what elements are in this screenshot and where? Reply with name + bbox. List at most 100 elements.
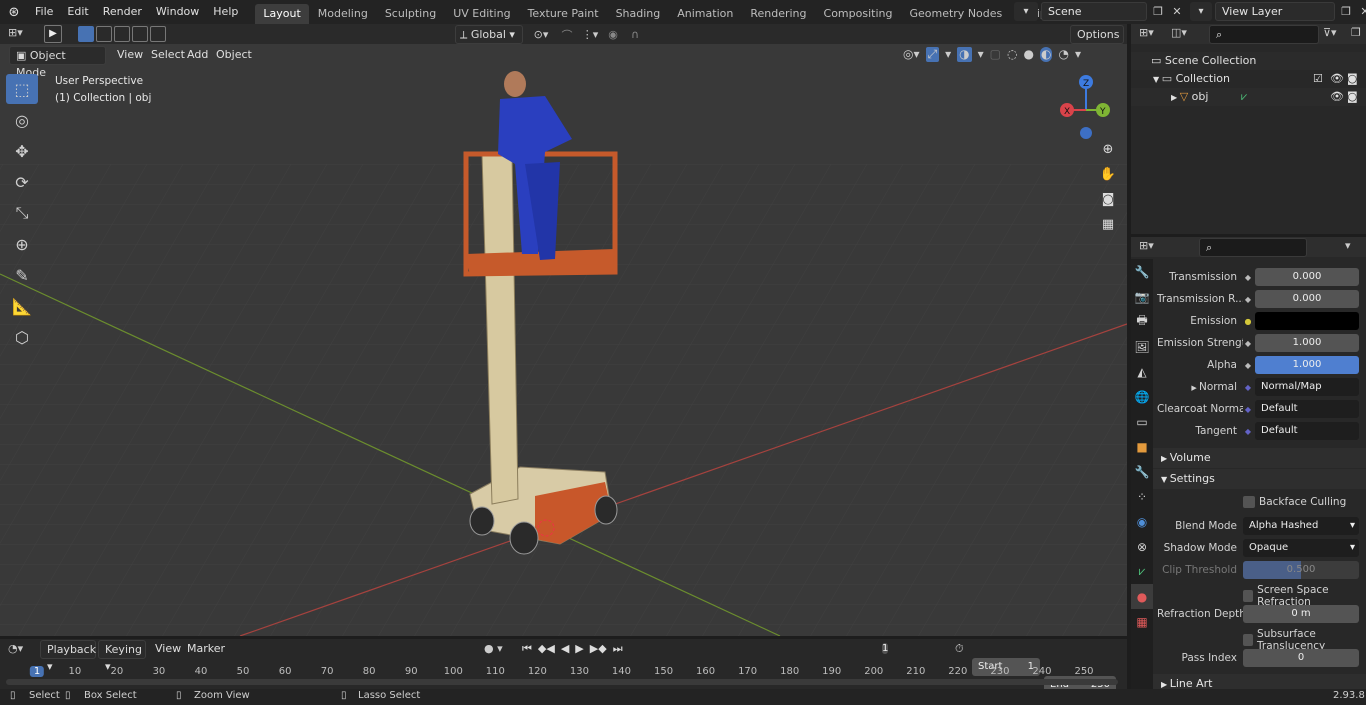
rotate-tool-icon[interactable]: ⟳ (6, 167, 38, 197)
tab-rendering[interactable]: Rendering (742, 4, 814, 24)
timeline-menu-marker[interactable]: Marker (180, 637, 232, 661)
select-tool-icon[interactable]: ▶ (44, 25, 62, 43)
world-tab-icon[interactable]: 🌐 (1131, 384, 1153, 409)
transmission-field[interactable]: 0.000 (1255, 268, 1359, 286)
select-mode-intersect-icon[interactable] (150, 26, 166, 42)
outliner-object[interactable]: ▶ ▽ obj ⩗ 👁 ◙ (1131, 88, 1366, 106)
new-collection-icon[interactable]: ❐ (1351, 26, 1361, 39)
material-shading-icon[interactable]: ◐ (1039, 47, 1053, 62)
transform-orientation-dropdown[interactable]: ⟂ Global ▾ (455, 25, 523, 44)
filter-icon[interactable]: ⊽▾ (1323, 26, 1337, 39)
pan-hand-icon[interactable]: ✋ (1097, 167, 1119, 192)
emission-color-field[interactable] (1255, 312, 1359, 330)
backface-culling-checkbox[interactable] (1243, 496, 1255, 508)
rendered-shading-icon[interactable]: ◔ (1058, 47, 1068, 62)
blend-mode-dropdown[interactable]: Alpha Hashed ▾ (1243, 517, 1359, 535)
overlay-dropdown-icon[interactable]: ▾ (978, 47, 984, 62)
annotate-tool-icon[interactable]: ✎ (6, 260, 38, 290)
navigation-gizmo[interactable]: Z X Y (1055, 72, 1119, 140)
record-icon[interactable]: ● ▾ (484, 642, 503, 655)
xray-icon[interactable]: ▢ (990, 47, 1001, 62)
jump-end-icon[interactable]: ⏭ (613, 642, 623, 656)
pass-index-field[interactable]: 0 (1243, 649, 1359, 667)
outliner-collection[interactable]: ▼ ▭ Collection ☑ 👁 ◙ (1131, 70, 1366, 88)
collection-tab-icon[interactable]: ▭ (1131, 409, 1153, 434)
options-dropdown[interactable]: Options ▾ (1070, 25, 1124, 58)
measure-tool-icon[interactable]: 📐 (6, 291, 38, 321)
tab-modeling[interactable]: Modeling (310, 4, 376, 24)
mode-dropdown[interactable]: ▣ Object Mode (9, 46, 106, 79)
scene-tab-icon[interactable]: ◭ (1131, 359, 1153, 384)
select-mode-difference-icon[interactable] (132, 26, 148, 42)
add-cube-tool-icon[interactable]: ⬡ (6, 322, 38, 352)
data-tab-icon[interactable]: ⩗ (1131, 559, 1153, 584)
physics-tab-icon[interactable]: ◉ (1131, 509, 1153, 534)
play-icon[interactable]: ▶ (575, 642, 583, 656)
new-view-layer-icon[interactable]: ❐ (1338, 2, 1354, 21)
visibility-icon[interactable]: ◎▾ (903, 47, 920, 62)
zoom-icon[interactable]: ⊕ (1097, 142, 1119, 167)
collection-render-icon[interactable]: ◙ (1347, 70, 1358, 88)
transmission-roughness-field[interactable]: 0.000 (1255, 290, 1359, 308)
tab-texture-paint[interactable]: Texture Paint (520, 4, 607, 24)
select-mode-subtract-icon[interactable] (114, 26, 130, 42)
outliner-scene-collection[interactable]: ▭ Scene Collection (1131, 52, 1366, 70)
tab-geometry-nodes[interactable]: Geometry Nodes (901, 4, 1010, 24)
view-layer-tab-icon[interactable]: 🖼 (1131, 334, 1153, 359)
view-layer-field[interactable]: View Layer (1215, 2, 1335, 21)
object-tab-icon[interactable]: ■ (1131, 434, 1153, 459)
cursor-tool-icon[interactable]: ◎ (6, 105, 38, 135)
properties-options-icon[interactable]: ▾ (1345, 239, 1351, 252)
menu-window[interactable]: Window (149, 0, 206, 24)
collection-checkbox-icon[interactable]: ☑ (1313, 70, 1323, 88)
new-scene-icon[interactable]: ❐ (1150, 2, 1166, 21)
tangent-field[interactable]: Default (1255, 422, 1359, 440)
transform-tool-icon[interactable]: ⊕ (6, 229, 38, 259)
object-visibility-icon[interactable]: 👁 (1330, 88, 1344, 106)
jump-start-icon[interactable]: ⏮ (522, 642, 532, 656)
properties-editor-icon[interactable]: ⊞▾ (1139, 239, 1154, 252)
falloff-icon[interactable]: ∩ (625, 28, 645, 41)
outliner-editor-icon[interactable]: ⊞▾ (1139, 26, 1154, 39)
next-keyframe-icon[interactable]: ▶◆ (590, 642, 607, 656)
expand-object-icon[interactable]: ▶ (1171, 93, 1180, 102)
gizmo-dropdown-icon[interactable]: ▾ (945, 47, 951, 62)
menu-help[interactable]: Help (206, 0, 245, 24)
select-mode-new-icon[interactable] (78, 26, 94, 42)
delete-scene-icon[interactable]: ✕ (1169, 2, 1185, 21)
pivot-point-icon[interactable]: ⊙▾ (527, 28, 555, 41)
menu-render[interactable]: Render (96, 0, 149, 24)
emission-strength-field[interactable]: 1.000 (1255, 334, 1359, 352)
select-mode-extend-icon[interactable] (96, 26, 112, 42)
settings-panel-header[interactable]: ▼ Settings (1153, 469, 1366, 489)
expand-normal-icon[interactable]: ▶ (1191, 384, 1199, 392)
snap-target-icon[interactable]: ⋮▾ (579, 28, 601, 41)
timeline-scrollbar[interactable] (6, 679, 1118, 685)
collection-visibility-icon[interactable]: 👁 (1330, 70, 1344, 88)
scene-field[interactable]: Scene (1041, 2, 1147, 21)
3d-viewport[interactable]: User Perspective (1) Collection | obj Z … (0, 44, 1127, 636)
select-box-tool-icon[interactable]: ⬚ (6, 74, 38, 104)
expand-collection-icon[interactable]: ▼ (1153, 75, 1162, 84)
editor-type-icon[interactable]: ⊞▾ (8, 26, 34, 42)
overlay-toggle-icon[interactable]: ◑ (957, 47, 972, 62)
scale-tool-icon[interactable]: ⤡ (6, 198, 38, 228)
keying-dropdown[interactable]: Keying ▾ (98, 640, 146, 673)
shadow-mode-dropdown[interactable]: Opaque ▾ (1243, 539, 1359, 557)
tab-compositing[interactable]: Compositing (816, 4, 901, 24)
properties-search-input[interactable]: ⌕ (1199, 238, 1307, 257)
refraction-depth-field[interactable]: 0 m (1243, 605, 1359, 623)
viewport-menu-object[interactable]: Object (209, 43, 259, 67)
volume-panel-header[interactable]: ▶ Volume (1153, 448, 1366, 468)
alpha-field[interactable]: 1.000 (1255, 356, 1359, 374)
clearcoat-normal-field[interactable]: Default (1255, 400, 1359, 418)
stopwatch-icon[interactable]: ⏱ (955, 642, 964, 656)
menu-edit[interactable]: Edit (60, 0, 95, 24)
tab-uv-editing[interactable]: UV Editing (445, 4, 518, 24)
material-tab-icon[interactable]: ● (1131, 584, 1153, 609)
outliner-search-input[interactable]: ⌕ (1209, 25, 1319, 44)
solid-shading-icon[interactable]: ● (1023, 47, 1033, 62)
camera-icon[interactable]: ◙ (1097, 192, 1119, 217)
gizmo-toggle-icon[interactable]: ⤢ (925, 47, 940, 62)
tab-shading[interactable]: Shading (608, 4, 669, 24)
